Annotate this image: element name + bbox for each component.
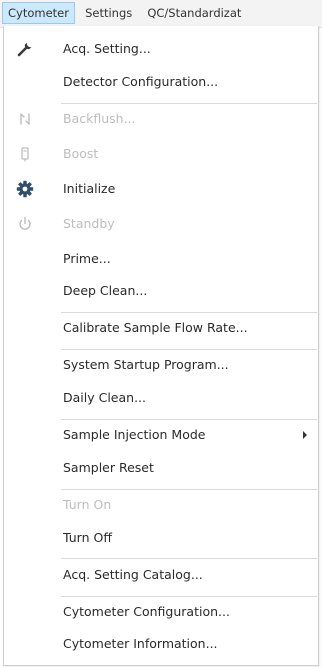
menu-item-label: Deep Clean... [63,283,148,298]
menu-item-label: Daily Clean... [63,390,146,405]
menu-item-backflush[interactable]: Backflush... [4,105,318,133]
menu-item-daily-clean[interactable]: Daily Clean... [4,384,318,412]
menu-item-prime[interactable]: Prime... [4,245,318,273]
menu-cytometer[interactable]: Cytometer [2,2,75,24]
menu-item-system-startup-program[interactable]: System Startup Program... [4,351,318,379]
power-icon [16,215,34,233]
boost-icon [16,145,34,163]
menu-item-turn-on[interactable]: Turn On [4,491,318,519]
menu-item-label: Standby [63,216,115,231]
menu-separator [61,349,317,350]
menu-separator [61,489,317,490]
menu-item-label: Detector Configuration... [63,74,219,89]
menu-separator [61,103,317,104]
menu-item-turn-off[interactable]: Turn Off [4,524,318,552]
cytometer-dropdown-menu: Acq. Setting... Detector Configuration..… [3,26,319,666]
menu-item-label: Initialize [63,181,116,196]
menu-item-label: Sample Injection Mode [63,427,206,442]
menu-separator [61,558,317,559]
menu-item-acq-setting-catalog[interactable]: Acq. Setting Catalog... [4,561,318,589]
menu-item-label: Cytometer Configuration... [63,604,230,619]
menu-item-boost[interactable]: Boost [4,140,318,168]
menu-separator [61,419,317,420]
menu-item-deep-clean[interactable]: Deep Clean... [4,277,318,305]
menu-item-label: Backflush... [63,111,136,126]
menu-item-label: Calibrate Sample Flow Rate... [63,320,248,335]
menu-item-label: Turn Off [63,530,112,545]
wrench-icon [16,40,34,58]
menu-separator [61,596,317,597]
menu-item-label: Acq. Setting Catalog... [63,567,203,582]
menu-item-initialize[interactable]: Initialize [4,175,318,203]
menu-bar: Cytometer Settings QC/Standardizat [0,0,322,28]
menu-item-cytometer-configuration[interactable]: Cytometer Configuration... [4,598,318,626]
menu-separator [61,312,317,313]
menu-item-sampler-reset[interactable]: Sampler Reset [4,454,318,482]
menu-item-sample-injection-mode[interactable]: Sample Injection Mode [4,421,318,449]
menu-item-acq-setting[interactable]: Acq. Setting... [4,35,318,63]
menu-item-label: Boost [63,146,99,161]
menu-item-standby[interactable]: Standby [4,210,318,238]
cytometer-app-window: Cytometer Settings QC/Standardizat Acq. … [0,0,322,667]
submenu-arrow-icon [303,431,307,439]
menu-item-label: System Startup Program... [63,357,229,372]
menu-item-label: Cytometer Information... [63,636,218,651]
menu-item-label: Sampler Reset [63,460,154,475]
menu-item-calibrate-sample-flow-rate[interactable]: Calibrate Sample Flow Rate... [4,314,318,342]
gear-icon [16,180,34,198]
backflush-icon [16,110,34,128]
menu-item-cytometer-information[interactable]: Cytometer Information... [4,630,318,658]
menu-item-label: Turn On [63,497,112,512]
menu-qc-standardization[interactable]: QC/Standardizat [142,2,246,24]
menu-item-label: Prime... [63,251,111,266]
menu-settings[interactable]: Settings [80,2,137,24]
menu-item-label: Acq. Setting... [63,41,151,56]
menu-item-detector-configuration[interactable]: Detector Configuration... [4,68,318,96]
